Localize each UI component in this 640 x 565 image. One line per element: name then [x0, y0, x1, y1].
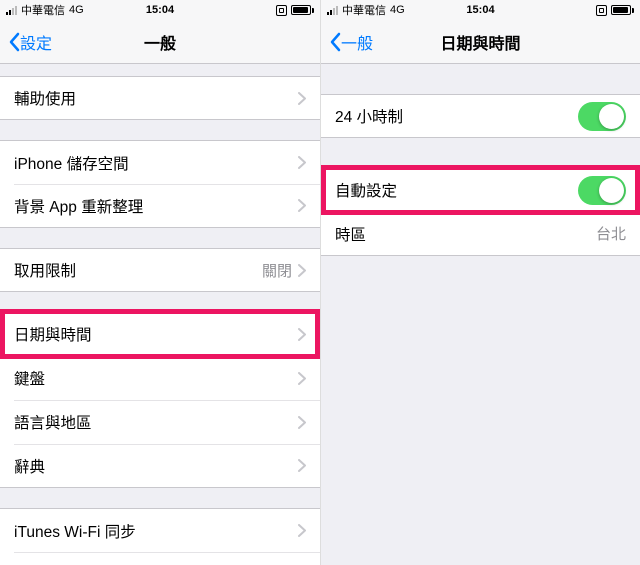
row-label: 辭典 [14, 455, 298, 477]
row-label: 取用限制 [14, 259, 262, 281]
row-label: 自動設定 [335, 179, 578, 201]
chevron-right-icon [298, 372, 306, 385]
chevron-right-icon [298, 264, 306, 277]
orientation-lock-icon [596, 5, 607, 16]
chevron-right-icon [298, 199, 306, 212]
screen-date-time: 中華電信 4G 15:04 一般 日期與時間 24 小時制 [320, 0, 640, 565]
battery-icon [611, 5, 634, 15]
group-itunes: iTunes Wi-Fi 同步 VPN 未連線 [0, 508, 320, 565]
row-value: 台北 [596, 223, 626, 244]
row-label: 24 小時制 [335, 105, 578, 127]
row-itunes-wifi-sync[interactable]: iTunes Wi-Fi 同步 [0, 508, 320, 552]
nav-bar: 一般 日期與時間 [321, 20, 640, 64]
chevron-right-icon [298, 156, 306, 169]
clock: 15:04 [321, 4, 640, 16]
chevron-right-icon [298, 416, 306, 429]
row-auto-set: 自動設定 [321, 168, 640, 212]
row-label: iPhone 儲存空間 [14, 152, 298, 174]
clock: 15:04 [0, 4, 320, 16]
row-timezone[interactable]: 時區 台北 [321, 212, 640, 256]
row-dictionary[interactable]: 辭典 [0, 444, 320, 488]
screen-general: 中華電信 4G 15:04 設定 一般 輔助使用 iPhone [0, 0, 320, 565]
chevron-right-icon [298, 328, 306, 341]
row-language-region[interactable]: 語言與地區 [0, 400, 320, 444]
chevron-right-icon [298, 459, 306, 472]
row-background-app-refresh[interactable]: 背景 App 重新整理 [0, 184, 320, 228]
row-label: 背景 App 重新整理 [14, 195, 298, 217]
chevron-right-icon [298, 524, 306, 537]
page-title: 日期與時間 [321, 30, 640, 54]
nav-bar: 設定 一般 [0, 20, 320, 64]
row-label: iTunes Wi-Fi 同步 [14, 520, 298, 542]
row-date-time[interactable]: 日期與時間 [0, 312, 320, 356]
orientation-lock-icon [276, 5, 287, 16]
status-bar: 中華電信 4G 15:04 [321, 0, 640, 20]
highlight-date-time: 日期與時間 [0, 312, 320, 356]
row-24-hour: 24 小時制 [321, 94, 640, 138]
group-restrictions: 取用限制 關閉 [0, 248, 320, 292]
row-accessibility[interactable]: 輔助使用 [0, 76, 320, 120]
row-label: 語言與地區 [14, 411, 298, 433]
page-title: 一般 [0, 30, 320, 54]
row-label: 時區 [335, 223, 596, 245]
chevron-right-icon [298, 92, 306, 105]
row-label: 日期與時間 [14, 323, 298, 345]
group-datetime: 日期與時間 鍵盤 語言與地區 辭典 [0, 312, 320, 488]
row-vpn[interactable]: VPN 未連線 [0, 552, 320, 565]
group-storage: iPhone 儲存空間 背景 App 重新整理 [0, 140, 320, 228]
row-keyboard[interactable]: 鍵盤 [0, 356, 320, 400]
row-iphone-storage[interactable]: iPhone 儲存空間 [0, 140, 320, 184]
highlight-auto-set: 自動設定 [321, 168, 640, 212]
status-bar: 中華電信 4G 15:04 [0, 0, 320, 20]
toggle-24-hour[interactable] [578, 102, 626, 131]
row-value: 關閉 [262, 260, 292, 281]
group-autoset: 自動設定 時區 台北 [321, 168, 640, 256]
row-label: 輔助使用 [14, 87, 298, 109]
group-accessibility: 輔助使用 [0, 76, 320, 120]
row-restrictions[interactable]: 取用限制 關閉 [0, 248, 320, 292]
toggle-auto-set[interactable] [578, 176, 626, 205]
group-24hour: 24 小時制 [321, 94, 640, 138]
battery-icon [291, 5, 314, 15]
row-label: 鍵盤 [14, 367, 298, 389]
